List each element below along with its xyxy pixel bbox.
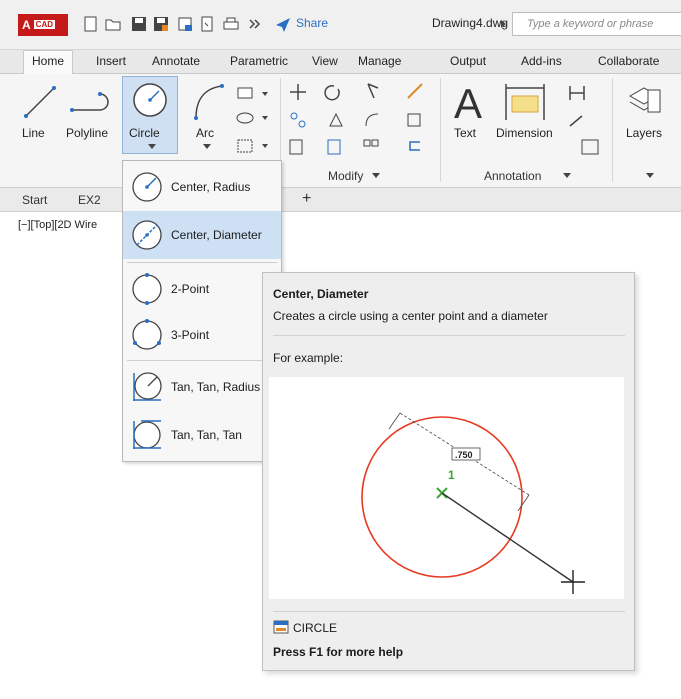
tab-add-ins[interactable]: Add-ins	[521, 54, 562, 68]
tab-parametric[interactable]: Parametric	[230, 54, 288, 68]
document-title: Drawing4.dwg	[432, 16, 509, 30]
menu-item-label: Tan, Tan, Radius	[171, 380, 261, 394]
tooltip-help: Press F1 for more help	[273, 645, 404, 659]
search-input[interactable]: Type a keyword or phrase	[512, 12, 681, 36]
open-file-icon[interactable]	[104, 15, 122, 33]
dimension-label[interactable]: Dimension	[496, 126, 553, 140]
tan-tan-tan-icon	[133, 420, 161, 449]
tab-collaborate[interactable]: Collaborate	[598, 54, 659, 68]
menu-item-3-point[interactable]: 3-Point	[123, 311, 281, 359]
dimension-value: .750	[455, 450, 473, 460]
app-logo[interactable]: A CAD	[18, 14, 68, 36]
file-tab-ex2[interactable]: EX2	[78, 193, 101, 207]
menu-item-label: Tan, Tan, Tan	[171, 428, 242, 442]
ribbon: Line Polyline Circle Arc Modify A Text D…	[0, 74, 681, 188]
point-number: 1	[448, 468, 455, 482]
three-point-icon	[132, 319, 162, 350]
tooltip-description: Creates a circle using a center point an…	[273, 309, 548, 323]
menu-item-center-diameter[interactable]: Center, Diameter	[123, 211, 281, 259]
circle-tool-icon[interactable]	[130, 80, 170, 120]
tab-manage[interactable]: Manage	[358, 54, 401, 68]
dimension-tool-icon[interactable]	[500, 80, 550, 124]
tab-home[interactable]: Home	[23, 50, 74, 75]
menu-item-label: Center, Radius	[171, 180, 251, 194]
tab-annotate[interactable]: Annotate	[152, 54, 200, 68]
example-illustration: .750 1	[269, 377, 624, 599]
two-point-icon	[132, 273, 162, 305]
more-chevron-icon[interactable]	[246, 15, 264, 33]
circle-label[interactable]: Circle	[129, 126, 160, 140]
center-radius-icon	[132, 172, 162, 202]
file-tab-start[interactable]: Start	[22, 193, 47, 207]
circle-dropdown-menu: Center, Radius Center, Diameter 2-Point …	[122, 160, 282, 462]
svg-text:A: A	[454, 80, 482, 124]
menu-item-tan-tan-tan[interactable]: Tan, Tan, Tan	[123, 411, 281, 459]
modify-tools-icon[interactable]	[288, 80, 448, 160]
center-diameter-example-icon: .750 1	[361, 412, 585, 594]
save-as-icon[interactable]	[152, 15, 170, 33]
circle-dropdown-icon[interactable]	[148, 144, 156, 150]
layers-icon[interactable]	[624, 80, 664, 120]
menu-item-label: 3-Point	[171, 328, 210, 342]
annotation-panel-title[interactable]: Annotation	[484, 169, 541, 183]
plot-icon[interactable]	[222, 15, 240, 33]
new-file-icon[interactable]	[82, 15, 100, 33]
share-icon[interactable]	[274, 15, 292, 33]
annotation-small-tools-icon[interactable]	[566, 80, 606, 160]
tab-output[interactable]: Output	[450, 54, 486, 68]
quick-access-toolbar: A CAD Share Drawing4.dwg Type a keyword o…	[0, 0, 681, 50]
app-logo-badge: CAD	[33, 20, 56, 29]
text-tool-icon[interactable]: A	[452, 80, 486, 124]
modify-panel-title[interactable]: Modify	[328, 169, 363, 183]
save-icon[interactable]	[130, 15, 148, 33]
layers-label[interactable]: Layers	[626, 126, 662, 140]
menu-item-label: 2-Point	[171, 282, 210, 296]
layers-dropdown-icon[interactable]	[646, 173, 654, 179]
menu-item-2-point[interactable]: 2-Point	[123, 265, 281, 313]
tooltip-title: Center, Diameter	[273, 287, 369, 301]
publish-icon[interactable]	[198, 15, 216, 33]
arc-label[interactable]: Arc	[196, 126, 214, 140]
tooltip-command: CIRCLE	[293, 621, 338, 635]
arc-tool-icon[interactable]	[190, 80, 226, 122]
command-icon	[273, 620, 289, 634]
tab-insert[interactable]: Insert	[96, 54, 126, 68]
line-tool-icon[interactable]	[22, 82, 58, 122]
tan-tan-radius-icon	[133, 372, 162, 401]
menu-item-label: Center, Diameter	[171, 228, 262, 242]
line-label[interactable]: Line	[22, 126, 45, 140]
polyline-tool-icon[interactable]	[66, 84, 116, 120]
tab-view[interactable]: View	[312, 54, 338, 68]
command-tooltip: Center, Diameter Creates a circle using …	[262, 272, 635, 671]
file-tabs: Start EX2 +	[0, 188, 681, 212]
menu-item-center-radius[interactable]: Center, Radius	[123, 163, 281, 211]
app-logo-letter: A	[22, 18, 31, 32]
ribbon-tabs: Home Insert Annotate Parametric View Man…	[0, 50, 681, 75]
annotation-dropdown-icon[interactable]	[563, 173, 571, 179]
new-tab-icon[interactable]: +	[302, 190, 311, 208]
arc-dropdown-icon[interactable]	[203, 144, 211, 150]
share-button[interactable]: Share	[296, 16, 328, 30]
modify-dropdown-icon[interactable]	[372, 173, 380, 179]
polyline-label[interactable]: Polyline	[66, 126, 108, 140]
viewport-controls[interactable]: [−][Top][2D Wire	[18, 219, 97, 231]
arrow-right-icon	[501, 20, 506, 28]
plot-preview-icon[interactable]	[176, 15, 194, 33]
text-label[interactable]: Text	[454, 126, 476, 140]
center-diameter-icon	[132, 220, 162, 250]
tooltip-example-label: For example:	[273, 351, 344, 365]
draw-small-tools-icon[interactable]	[234, 82, 274, 162]
menu-item-tan-tan-radius[interactable]: Tan, Tan, Radius	[123, 363, 281, 411]
